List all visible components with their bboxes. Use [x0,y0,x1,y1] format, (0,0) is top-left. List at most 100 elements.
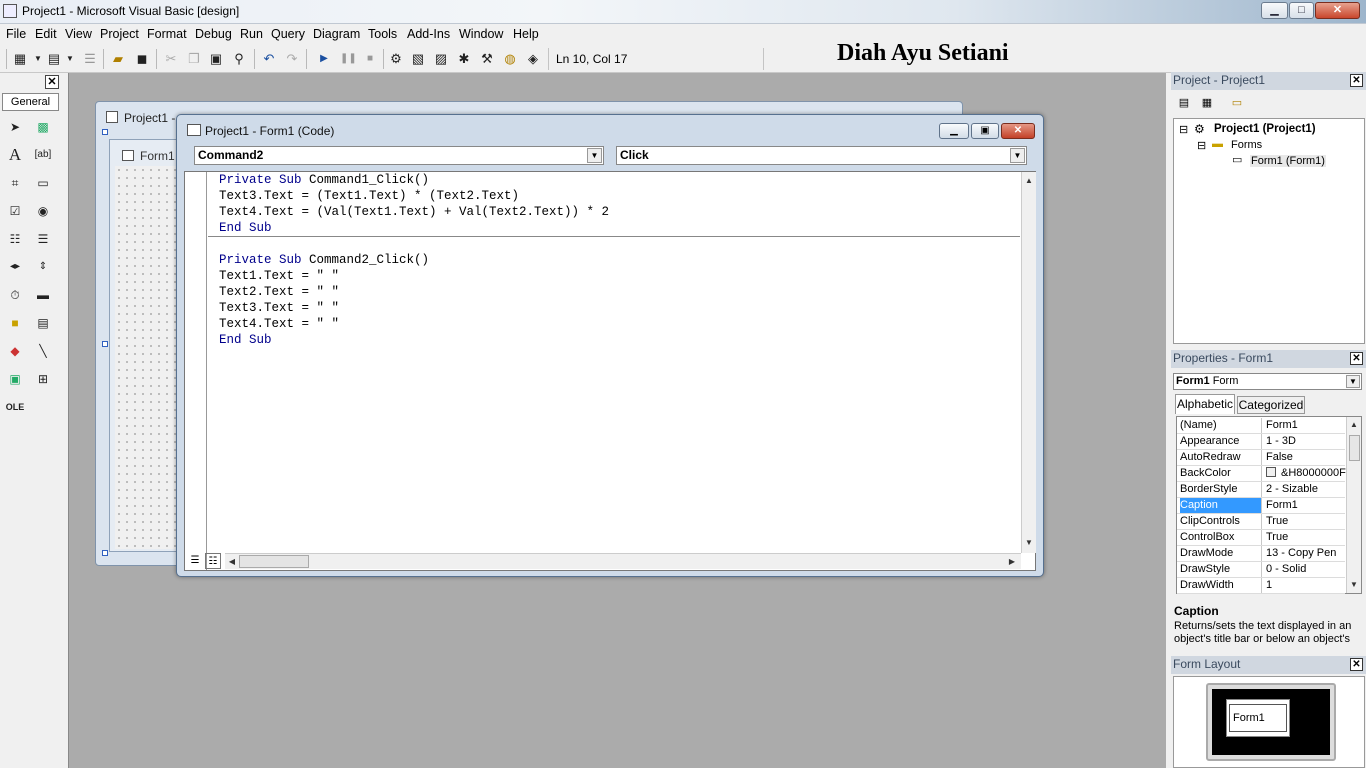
find-icon[interactable]: ⚲ [231,51,247,67]
dropdown-arrow-icon[interactable]: ▼ [30,51,46,67]
properties-close-icon[interactable]: ✕ [1350,352,1363,365]
toggle-folders-icon[interactable]: ▭ [1229,96,1245,110]
code-close-button[interactable]: ✕ [1001,123,1035,139]
timer-tool-icon[interactable]: ⏱ [5,285,25,305]
end-icon[interactable]: ■ [362,51,378,67]
menu-edit[interactable]: Edit [35,27,57,41]
form-layout-close-icon[interactable]: ✕ [1350,658,1363,671]
procedure-combo[interactable]: Click ▼ [616,146,1027,165]
code-line[interactable]: Text3.Text = " " [219,301,339,315]
scroll-up-icon[interactable]: ▲ [1347,418,1361,432]
dropdown-arrow-icon[interactable]: ▼ [62,51,78,67]
checkbox-tool-icon[interactable]: ☑ [5,201,25,221]
listbox-tool-icon[interactable]: ☰ [33,229,53,249]
scroll-thumb[interactable] [1349,435,1360,461]
scroll-right-icon[interactable]: ▶ [1005,555,1019,569]
ole-tool-icon[interactable]: OLE [5,397,25,417]
open-project-icon[interactable]: ▰ [110,51,126,67]
property-row[interactable]: (Name) Form1 [1177,418,1345,434]
close-button[interactable]: ✕ [1315,2,1360,19]
resize-handle[interactable] [102,341,108,347]
toolbox-general-tab[interactable]: General [2,93,59,111]
menu-editor-icon[interactable]: ☰ [82,51,98,67]
tree-form1-item[interactable]: Form1 (Form1) [1250,155,1326,167]
menu-query[interactable]: Query [271,27,305,41]
minimize-button[interactable]: ▁ [1261,2,1288,19]
form1-canvas[interactable] [115,166,177,549]
resize-handle[interactable] [102,550,108,556]
object-selector[interactable]: Form1 Form ▼ [1173,373,1362,390]
scroll-up-icon[interactable]: ▲ [1022,174,1036,188]
start-icon[interactable]: ▶ [316,51,332,67]
code-line[interactable]: Text3.Text = (Text1.Text) * (Text2.Text) [219,189,519,203]
menu-tools[interactable]: Tools [368,27,397,41]
vscrollbar-tool-icon[interactable]: ⇕ [33,257,53,277]
menu-add-ins[interactable]: Add-Ins [407,27,450,41]
toolbox-icon[interactable]: ⚒ [479,51,495,67]
code-line[interactable]: Text4.Text = (Val(Text1.Text) + Val(Text… [219,205,609,219]
menu-window[interactable]: Window [459,27,503,41]
object-browser-icon[interactable]: ✱ [456,51,472,67]
view-code-icon[interactable]: ▤ [1176,96,1192,110]
procedure-view-icon[interactable]: ☰ [187,553,203,569]
collapse-icon[interactable]: ⊟ [1179,123,1188,136]
menu-file[interactable]: File [6,27,26,41]
frame-tool-icon[interactable]: ⌗ [5,173,25,193]
code-line[interactable]: Private Sub Command1_Click() [219,173,429,187]
menu-run[interactable]: Run [240,27,263,41]
code-line[interactable]: Private Sub Command2_Click() [219,253,429,267]
redo-icon[interactable]: ↷ [284,51,300,67]
code-line[interactable]: Text1.Text = " " [219,269,339,283]
optionbutton-tool-icon[interactable]: ◉ [33,201,53,221]
tree-forms-folder[interactable]: Forms [1231,139,1262,151]
project-explorer-icon[interactable]: ⚙ [388,51,404,67]
cut-icon[interactable]: ✂ [163,51,179,67]
menu-help[interactable]: Help [513,27,539,41]
scroll-left-icon[interactable]: ◀ [225,555,239,569]
chevron-down-icon[interactable]: ▼ [587,148,602,163]
property-row[interactable]: BorderStyle 2 - Sizable [1177,482,1345,498]
component-manager-icon[interactable]: ◈ [525,51,541,67]
scroll-down-icon[interactable]: ▼ [1022,536,1036,550]
code-window[interactable]: Project1 - Form1 (Code) ▁ ▣ ✕ Command2 ▼… [176,114,1044,577]
save-project-icon[interactable]: ◼ [134,51,150,67]
properties-scrollbar[interactable]: ▲ ▼ [1346,417,1361,593]
tab-categorized[interactable]: Categorized [1237,396,1305,414]
drivelistbox-tool-icon[interactable]: ▬ [33,285,53,305]
property-row[interactable]: ControlBox True [1177,530,1345,546]
menu-diagram[interactable]: Diagram [313,27,360,41]
project-explorer-close-icon[interactable]: ✕ [1350,74,1363,87]
add-project-icon[interactable]: ▦ [12,51,28,67]
form-layout-preview[interactable]: Form1 [1226,699,1290,737]
tree-project-root[interactable]: Project1 (Project1) [1214,123,1316,135]
combobox-tool-icon[interactable]: ☷ [5,229,25,249]
property-row[interactable]: AutoRedraw False [1177,450,1345,466]
collapse-icon[interactable]: ⊟ [1197,139,1206,152]
menu-view[interactable]: View [65,27,92,41]
maximize-button[interactable]: □ [1289,2,1314,19]
commandbutton-tool-icon[interactable]: ▭ [33,173,53,193]
picturebox-tool-icon[interactable]: ▩ [33,117,53,137]
scroll-thumb[interactable] [239,555,309,568]
properties-window-icon[interactable]: ▧ [410,51,426,67]
tab-alphabetic[interactable]: Alphabetic [1175,394,1235,414]
pointer-tool-icon[interactable]: ➤ [5,117,25,137]
data-view-icon[interactable]: ◍ [502,51,518,67]
dirlistbox-tool-icon[interactable]: ■ [5,313,25,333]
break-icon[interactable]: ❚❚ [340,51,357,67]
toolbox-close-button[interactable]: ✕ [45,75,59,89]
add-form-icon[interactable]: ▤ [46,51,62,67]
scroll-down-icon[interactable]: ▼ [1347,578,1361,592]
line-tool-icon[interactable]: ╲ [33,341,53,361]
vertical-scrollbar[interactable]: ▲ ▼ [1021,172,1036,553]
view-object-icon[interactable]: ▦ [1199,96,1215,110]
hscrollbar-tool-icon[interactable]: ◂▸ [5,257,25,277]
menu-project[interactable]: Project [100,27,139,41]
code-line[interactable]: Text2.Text = " " [219,285,339,299]
property-row[interactable]: BackColor &H8000000F [1177,466,1346,482]
code-minimize-button[interactable]: ▁ [939,123,969,139]
label-tool-icon[interactable]: A [5,145,25,165]
property-row[interactable]: Appearance 1 - 3D [1177,434,1345,450]
property-row-selected[interactable]: Caption Form1 [1177,498,1345,514]
code-line[interactable]: Text4.Text = " " [219,317,339,331]
